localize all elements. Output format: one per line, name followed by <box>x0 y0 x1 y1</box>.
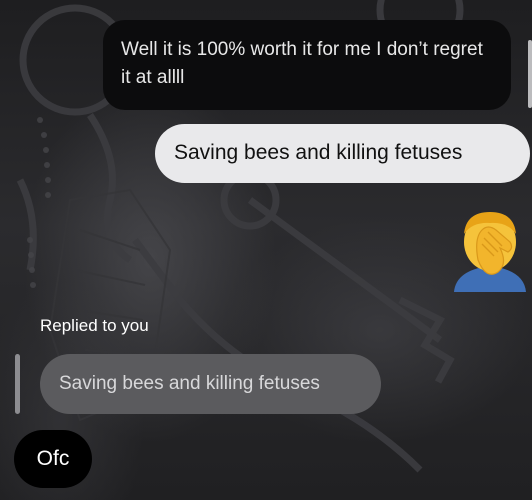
message-text: Saving bees and killing fetuses <box>174 141 463 164</box>
facepalm-emoji-icon[interactable] <box>452 208 528 292</box>
replied-to-label: Replied to you <box>40 316 149 335</box>
received-message-bubble[interactable]: Saving bees and killing fetuses <box>155 124 530 183</box>
message-text: Well it is 100% worth it for me I don’t … <box>121 39 483 88</box>
quoted-text: Saving bees and killing fetuses <box>59 373 320 394</box>
reply-indicator-bar <box>15 354 20 414</box>
scrollbar[interactable] <box>528 40 532 108</box>
reply-message-bubble[interactable]: Ofc <box>14 430 92 488</box>
sent-message-bubble[interactable]: Well it is 100% worth it for me I don’t … <box>103 20 511 110</box>
quoted-message-bubble[interactable]: Saving bees and killing fetuses <box>40 354 381 414</box>
message-text: Ofc <box>36 447 70 470</box>
